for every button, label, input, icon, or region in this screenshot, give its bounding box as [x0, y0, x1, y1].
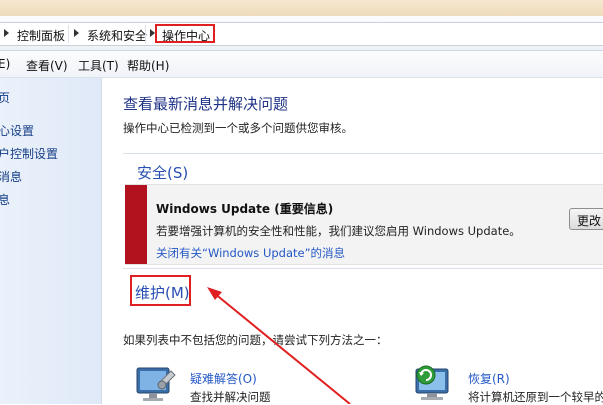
menu-bar: E) 查看(V) 工具(T) 帮助(H) — [0, 51, 603, 78]
breadcrumb-divider — [68, 25, 69, 43]
highlight-box-breadcrumb — [155, 24, 215, 43]
menu-tools[interactable]: 工具(T) — [78, 57, 119, 74]
breadcrumb-arrow-icon[interactable] — [4, 29, 9, 37]
breadcrumb-item-control-panel[interactable]: 控制面板 — [17, 27, 65, 44]
troubleshoot-icon[interactable] — [135, 365, 177, 405]
breadcrumb-item-system-security[interactable]: 系统和安全 — [87, 27, 147, 44]
section-divider — [123, 268, 603, 269]
alert-body: 若要增强计算机的安全性和性能，我们建议您启用 Windows Update。 — [156, 224, 521, 238]
section-divider — [123, 153, 603, 154]
change-settings-button[interactable]: 更改 — [569, 208, 603, 230]
highlight-box-maintenance — [130, 275, 191, 306]
restore-desc: 将计算机还原到一个较早的 — [468, 390, 603, 404]
breadcrumb[interactable]: 控制面板 系统和安全 操作中心 — [0, 22, 603, 46]
restore-icon[interactable] — [412, 363, 456, 405]
main-content: 查看最新消息并解决问题 操作中心已检测到一个或多个问题供您审核。 安全(S) W… — [102, 78, 603, 404]
sidebar-item-home[interactable]: 页 — [0, 89, 10, 106]
menu-view[interactable]: 查看(V) — [26, 57, 68, 74]
sidebar-item-uac-settings[interactable]: 户控制设置 — [0, 145, 58, 162]
address-bar: 控制面板 系统和安全 操作中心 — [0, 16, 603, 51]
page-subtitle: 操作中心已检测到一个或多个问题供您审核。 — [123, 121, 353, 135]
breadcrumb-divider — [145, 25, 146, 43]
page-title: 查看最新消息并解决问题 — [123, 95, 289, 113]
security-section-header[interactable]: 安全(S) — [137, 162, 188, 183]
troubleshoot-link[interactable]: 疑难解答(O) — [190, 370, 257, 387]
sidebar: 页 心设置 户控制设置 消息 息 — [0, 78, 102, 404]
alert-severity-strip — [125, 185, 147, 264]
sidebar-item-performance-info[interactable]: 息 — [0, 191, 10, 208]
security-alert: Windows Update (重要信息) 若要增强计算机的安全性和性能，我们建… — [125, 184, 603, 265]
troubleshoot-desc: 查找并解决问题 — [190, 390, 271, 404]
menu-edit[interactable]: E) — [0, 57, 10, 71]
breadcrumb-arrow-icon[interactable] — [74, 29, 79, 37]
tip-text: 如果列表中不包括您的问题，请尝试下列方法之一： — [123, 333, 388, 347]
turn-off-messages-link[interactable]: 关闭有关“Windows Update”的消息 — [156, 245, 345, 261]
sidebar-item-archived-messages[interactable]: 消息 — [0, 168, 22, 185]
menu-help[interactable]: 帮助(H) — [127, 57, 169, 74]
sidebar-item-action-center-settings[interactable]: 心设置 — [0, 122, 34, 139]
restore-link[interactable]: 恢复(R) — [468, 370, 510, 387]
window-title-band — [0, 0, 603, 16]
alert-title: Windows Update (重要信息) — [156, 202, 334, 216]
